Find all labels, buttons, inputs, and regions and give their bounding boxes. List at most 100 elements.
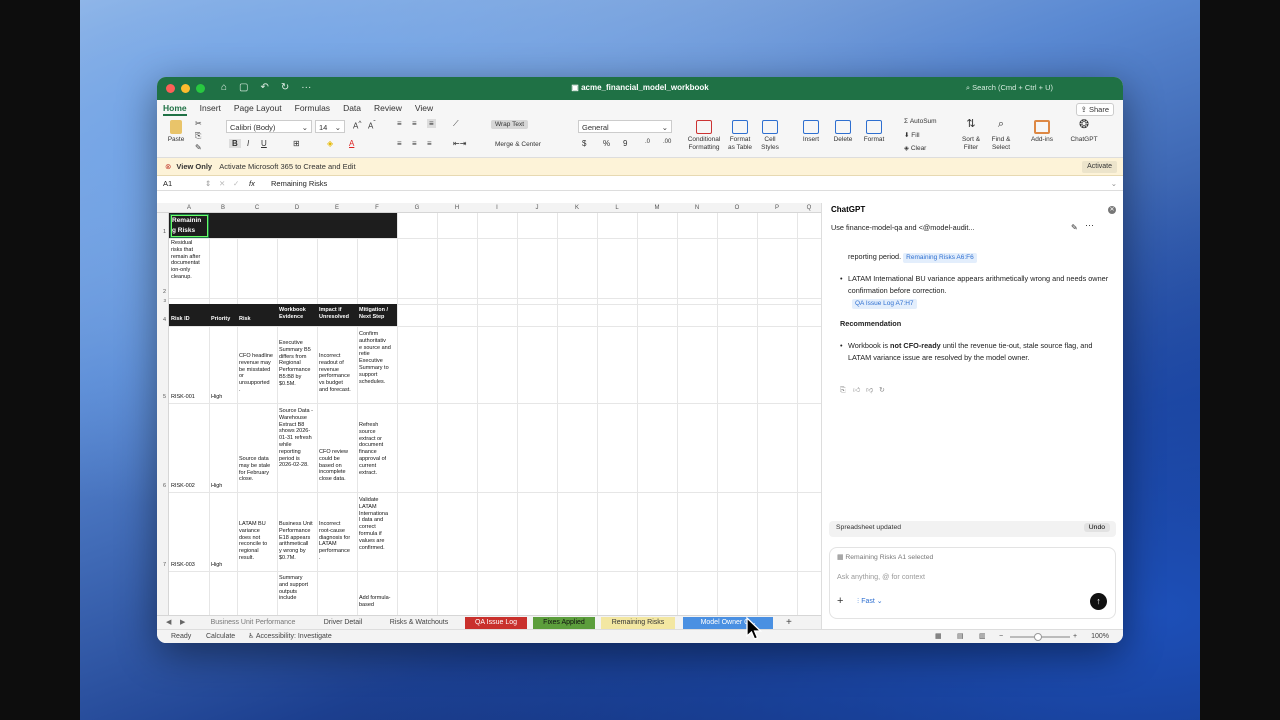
row-header[interactable] <box>157 571 169 615</box>
range-link-chip[interactable]: Remaining Risks A6:F6 <box>903 253 977 263</box>
column-header[interactable]: F <box>357 203 397 213</box>
table-cell[interactable]: Confirm authoritativ e source and retie … <box>359 331 391 385</box>
send-button[interactable]: ↑ <box>1090 593 1107 610</box>
delete-cells-button[interactable]: Delete <box>830 120 856 144</box>
column-header[interactable]: E <box>317 203 357 213</box>
edit-icon[interactable]: ✎ <box>1071 222 1078 234</box>
share-button[interactable]: ⇪ Share <box>1075 103 1114 116</box>
format-cells-button[interactable]: Format <box>861 120 887 144</box>
expand-formula-icon[interactable]: ⌄ <box>1111 176 1117 191</box>
row-header[interactable]: 1 <box>157 213 169 238</box>
sheet-tab-qa-issue-log[interactable]: QA Issue Log <box>465 617 527 629</box>
name-box-stepper-icon[interactable]: ⇕ <box>205 176 211 191</box>
sheet-tab-risks-watchouts[interactable]: Risks & Watchouts <box>382 617 456 629</box>
insert-cells-button[interactable]: Insert <box>799 120 823 144</box>
format-as-table-button[interactable]: Format as Table <box>724 120 756 152</box>
table-cell[interactable]: High <box>211 483 222 490</box>
paste-button[interactable]: Paste <box>165 120 187 144</box>
zoom-out-icon[interactable]: − <box>999 630 1003 643</box>
table-cell[interactable]: Validate LATAM Internationa l data and c… <box>359 497 388 551</box>
table-cell[interactable]: Summary and support outputs include <box>279 575 308 602</box>
sheet-tab-driver-detail[interactable]: Driver Detail <box>317 617 369 629</box>
borders-icon[interactable]: ⊞ <box>293 139 300 148</box>
prev-sheet-icon[interactable]: ◀ <box>163 617 174 629</box>
column-header[interactable]: K <box>557 203 597 213</box>
currency-icon[interactable]: $ <box>582 139 586 148</box>
table-cell[interactable]: Source Data - Warehouse Extract B8 shows… <box>279 408 313 469</box>
page-break-view-icon[interactable]: ▥ <box>979 630 986 643</box>
table-cell[interactable]: Incorrect root-cause diagnosis for LATAM… <box>319 521 350 562</box>
decrease-decimal-icon[interactable]: .00 <box>663 139 671 145</box>
zoom-level[interactable]: 100% <box>1091 630 1109 643</box>
table-cell[interactable]: RISK-001 <box>171 394 195 401</box>
cut-icon[interactable]: ✂ <box>195 119 202 128</box>
tab-page-layout[interactable]: Page Layout <box>234 103 282 116</box>
copy-icon[interactable]: ⎘ <box>195 131 201 141</box>
column-header[interactable]: P <box>757 203 797 213</box>
align-top-icon[interactable]: ≡ <box>397 119 402 128</box>
normal-view-icon[interactable]: ▦ <box>935 630 942 643</box>
zoom-slider-handle[interactable] <box>1034 633 1042 641</box>
increase-decimal-icon[interactable]: .0 <box>645 139 650 145</box>
table-cell[interactable]: High <box>211 394 222 401</box>
header-risk-id[interactable]: Risk ID <box>171 316 190 323</box>
tab-view[interactable]: View <box>415 103 433 116</box>
align-right-icon[interactable]: ≡ <box>427 139 432 148</box>
table-cell[interactable]: Incorrect readout of revenue performance… <box>319 353 351 394</box>
shrink-font-icon[interactable]: Aˇ <box>368 120 376 131</box>
column-header[interactable]: N <box>677 203 717 213</box>
row-header[interactable]: 5 <box>157 326 169 403</box>
align-center-icon[interactable]: ≡ <box>412 139 417 148</box>
column-header[interactable]: J <box>517 203 557 213</box>
undo-button[interactable]: Undo <box>1083 523 1110 532</box>
tab-insert[interactable]: Insert <box>200 103 221 116</box>
zoom-in-icon[interactable]: + <box>1073 630 1077 643</box>
tab-home[interactable]: Home <box>163 103 187 116</box>
bold-button[interactable]: B <box>229 139 241 148</box>
column-header[interactable]: H <box>437 203 477 213</box>
table-cell[interactable]: RISK-002 <box>171 483 195 490</box>
header-risk[interactable]: Risk <box>239 316 251 323</box>
cell-styles-button[interactable]: Cell Styles <box>757 120 783 152</box>
mode-selector[interactable]: ⵗ Fast ⌄ <box>857 597 883 605</box>
add-sheet-icon[interactable]: + <box>783 617 795 629</box>
column-header[interactable]: A <box>169 203 209 213</box>
regenerate-icon[interactable]: ↻ <box>879 385 885 397</box>
spreadsheet-grid[interactable]: A B C D E F G H I J K L M N O P Q 1 2 3 … <box>157 203 821 615</box>
table-cell[interactable]: Executive Summary B5 differs from Region… <box>279 340 311 388</box>
italic-button[interactable]: I <box>247 139 249 148</box>
column-header[interactable]: M <box>637 203 677 213</box>
column-header[interactable]: B <box>209 203 237 213</box>
column-header[interactable]: L <box>597 203 637 213</box>
table-cell[interactable]: Refresh source extract or document finan… <box>359 422 386 476</box>
align-left-icon[interactable]: ≡ <box>397 139 402 148</box>
table-cell[interactable]: LATAM BU variance does not reconcile to … <box>239 521 267 562</box>
sheet-tab-fixes-applied[interactable]: Fixes Applied <box>533 617 595 629</box>
row-header[interactable]: 2 <box>157 238 169 298</box>
chatgpt-ribbon-button[interactable]: ❂ ChatGPT <box>1068 118 1100 144</box>
conditional-formatting-button[interactable]: Conditional Formatting <box>685 120 723 152</box>
header-priority[interactable]: Priority <box>211 316 230 323</box>
comma-icon[interactable]: 9 <box>623 139 627 148</box>
select-all-corner[interactable] <box>157 203 169 213</box>
header-impact[interactable]: Impact if Unresolved <box>319 307 349 321</box>
sort-filter-button[interactable]: ⇅ Sort & Filter <box>957 119 985 152</box>
header-workbook-evidence[interactable]: Workbook Evidence <box>279 307 306 321</box>
format-painter-icon[interactable]: ✎ <box>195 143 202 152</box>
addins-button[interactable]: Add-ins <box>1029 120 1055 144</box>
grow-font-icon[interactable]: A^ <box>353 120 361 131</box>
name-box[interactable]: A1 <box>163 176 172 191</box>
table-cell[interactable]: High <box>211 562 222 569</box>
underline-button[interactable]: U <box>261 139 267 148</box>
column-header[interactable]: G <box>397 203 437 213</box>
table-cell[interactable]: CFO headline revenue may be misstated or… <box>239 353 273 394</box>
table-cell[interactable]: CFO review could be based on incomplete … <box>319 449 348 483</box>
font-name-select[interactable]: Calibri (Body) ⌄ <box>226 120 312 133</box>
thumbs-down-icon[interactable]: 👎︎ <box>866 385 873 397</box>
table-cell[interactable]: Add formula- based <box>359 595 391 609</box>
tab-review[interactable]: Review <box>374 103 402 116</box>
add-attachment-icon[interactable]: + <box>837 595 843 607</box>
chat-input-box[interactable]: ▦ Remaining Risks A1 selected Ask anythi… <box>829 547 1116 619</box>
row-header[interactable]: 7 <box>157 492 169 571</box>
column-header[interactable]: D <box>277 203 317 213</box>
